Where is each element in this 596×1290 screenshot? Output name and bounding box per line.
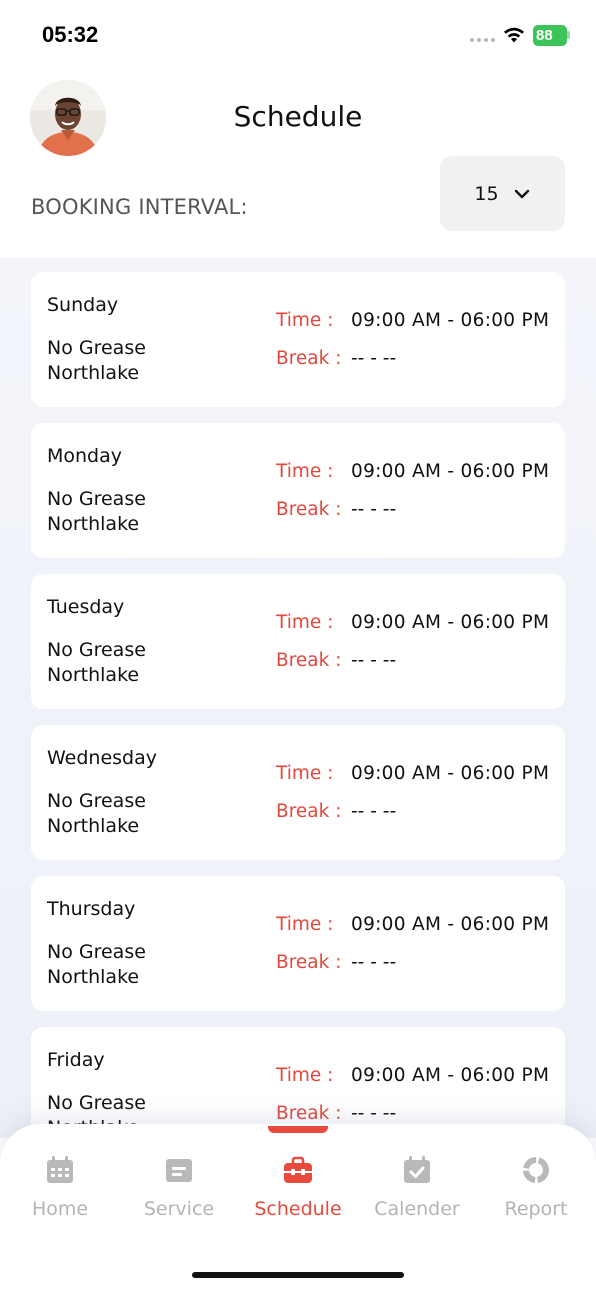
break-label: Break : — [276, 499, 342, 520]
time-value: 09:00 AM - 06:00 PM — [351, 461, 550, 482]
page-title: Schedule — [233, 100, 363, 133]
break-label: Break : — [276, 1103, 342, 1124]
time-label: Time : — [276, 914, 334, 935]
battery-level: 88 — [536, 27, 553, 44]
home-indicator — [192, 1272, 404, 1278]
break-value: -- - -- — [351, 348, 397, 369]
nav-item-schedule[interactable]: Schedule — [238, 1154, 358, 1220]
booking-interval-label: BOOKING INTERVAL: — [31, 195, 248, 219]
service-card-icon — [166, 1159, 192, 1182]
interval-value: 15 — [474, 182, 499, 205]
break-value: -- - -- — [351, 1103, 397, 1124]
break-value: -- - -- — [351, 650, 397, 671]
calendar-check-icon — [404, 1156, 430, 1183]
break-value: -- - -- — [351, 801, 397, 822]
time-label: Time : — [276, 763, 334, 784]
chevron-down-icon — [514, 189, 529, 198]
day-name: Friday — [47, 1049, 105, 1071]
wifi-icon — [504, 27, 524, 43]
break-label: Break : — [276, 801, 342, 822]
time-value: 09:00 AM - 06:00 PM — [351, 612, 550, 633]
schedule-card-tuesday[interactable]: Tuesday No Grease Northlake Time : 09:00… — [31, 574, 565, 709]
time-label: Time : — [276, 461, 334, 482]
time-value: 09:00 AM - 06:00 PM — [351, 914, 550, 935]
store-name: No Grease Northlake — [47, 639, 146, 686]
battery-tip — [567, 31, 570, 39]
nav-item-home[interactable]: Home — [0, 1154, 120, 1220]
time-label: Time : — [276, 310, 334, 331]
nav-item-report[interactable]: Report — [476, 1154, 596, 1220]
battery-icon: 88 — [533, 25, 567, 46]
nav-item-calender[interactable]: Calender — [357, 1154, 477, 1220]
time-label: Time : — [276, 612, 334, 633]
day-name: Tuesday — [47, 596, 125, 618]
active-tab-indicator — [268, 1126, 328, 1133]
nav-label: Calender — [374, 1198, 460, 1220]
nav-item-service[interactable]: Service — [119, 1154, 239, 1220]
schedule-card-sunday[interactable]: Sunday No Grease Northlake Time : 09:00 … — [31, 272, 565, 407]
nav-label: Home — [31, 1198, 89, 1220]
store-name: No Grease Northlake — [47, 941, 146, 988]
cellular-signal-icon — [470, 38, 495, 42]
status-time: 05:32 — [42, 22, 99, 47]
time-value: 09:00 AM - 06:00 PM — [351, 310, 550, 331]
report-ring-icon — [523, 1157, 549, 1183]
day-name: Thursday — [47, 898, 136, 920]
schedule-card-friday[interactable]: Friday No Grease Northlake Time : 09:00 … — [31, 1027, 565, 1138]
time-value: 09:00 AM - 06:00 PM — [351, 763, 550, 784]
calendar-grid-icon — [47, 1156, 73, 1183]
time-label: Time : — [276, 1065, 334, 1086]
toolbox-icon — [284, 1156, 312, 1183]
day-name: Wednesday — [47, 747, 158, 769]
nav-label: Report — [504, 1198, 568, 1220]
day-name: Sunday — [47, 294, 119, 316]
time-value: 09:00 AM - 06:00 PM — [351, 1065, 550, 1086]
bottom-nav: Home Service Schedule Calender Report — [0, 1124, 596, 1290]
break-value: -- - -- — [351, 952, 397, 973]
store-name: No Grease Northlake — [47, 488, 146, 535]
schedule-card-monday[interactable]: Monday No Grease Northlake Time : 09:00 … — [31, 423, 565, 558]
break-value: -- - -- — [351, 499, 397, 520]
nav-label: Schedule — [254, 1198, 342, 1220]
store-name: No Grease Northlake — [47, 790, 146, 837]
status-bar: 05:32 88 — [0, 0, 596, 70]
nav-label: Service — [143, 1198, 215, 1220]
break-label: Break : — [276, 650, 342, 671]
schedule-card-thursday[interactable]: Thursday No Grease Northlake Time : 09:0… — [31, 876, 565, 1011]
break-label: Break : — [276, 952, 342, 973]
schedule-card-wednesday[interactable]: Wednesday No Grease Northlake Time : 09:… — [31, 725, 565, 860]
day-name: Monday — [47, 445, 123, 467]
booking-interval-select[interactable]: 15 — [440, 156, 565, 231]
store-name: No Grease Northlake — [47, 337, 146, 384]
schedule-list[interactable]: Sunday No Grease Northlake Time : 09:00 … — [0, 258, 596, 1138]
break-label: Break : — [276, 348, 342, 369]
